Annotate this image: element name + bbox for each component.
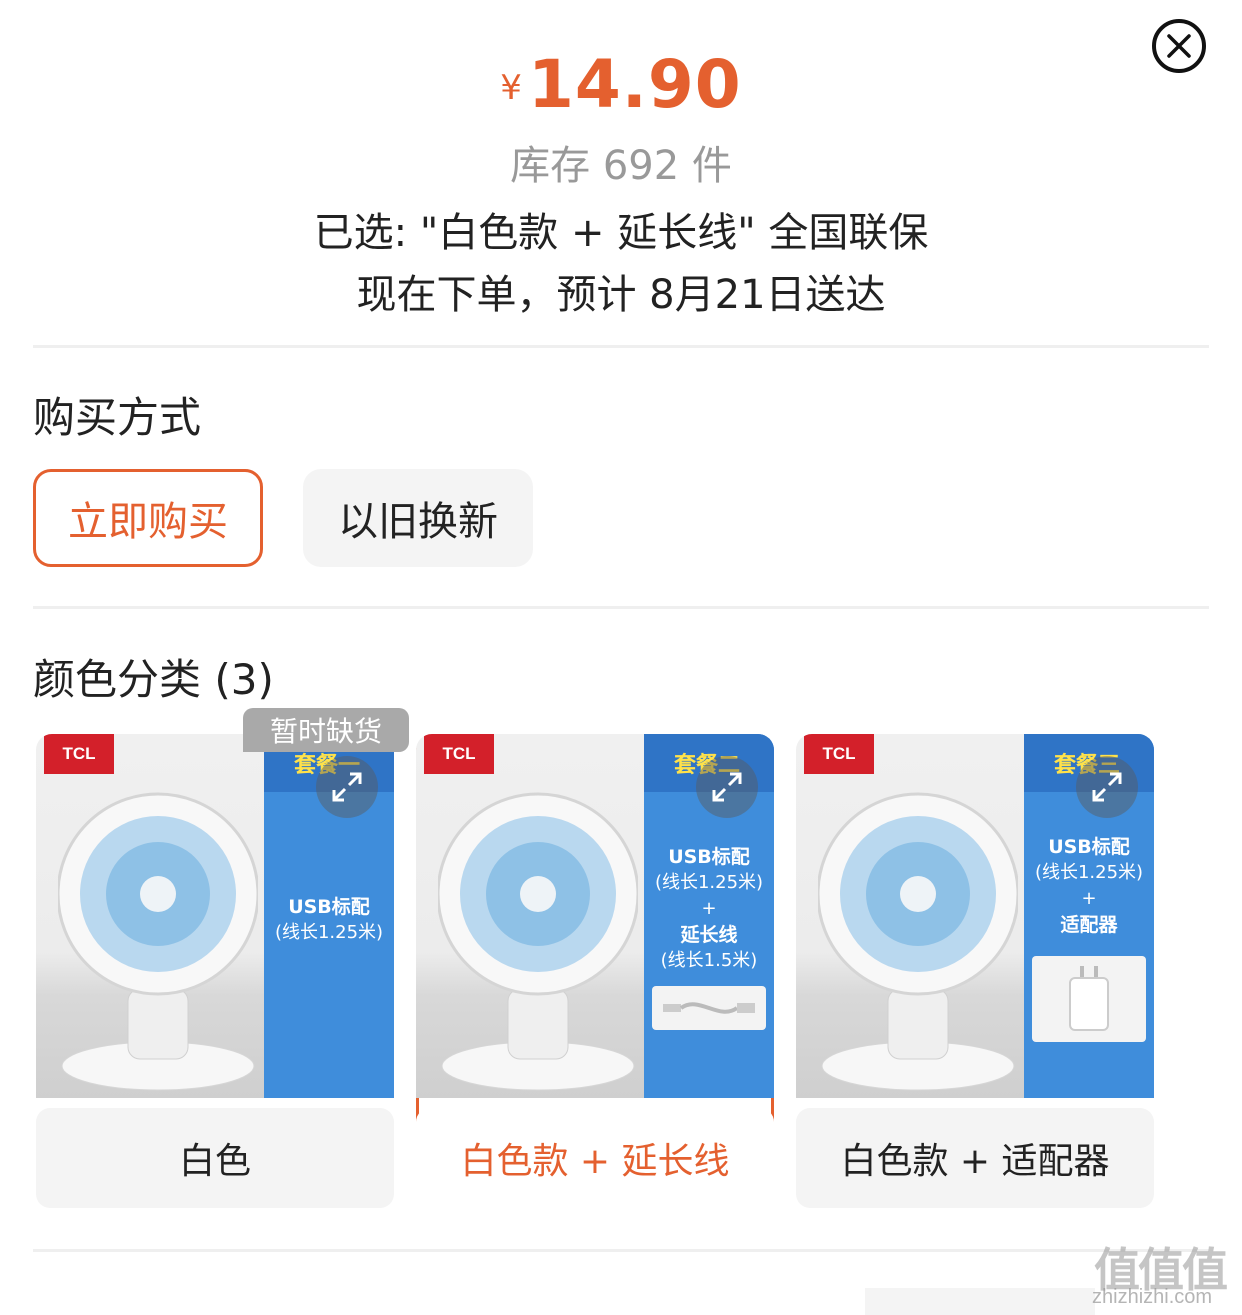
panel-line: 适配器 <box>1060 914 1118 936</box>
currency-symbol: ¥ <box>500 68 522 108</box>
price-amount: 14.90 <box>527 46 742 123</box>
divider <box>33 345 1209 348</box>
variant-white-extension-cable[interactable]: TCL 套餐二 USB标配 (线长1.25米) + 延长线 (线长1.5米) 白… <box>416 734 774 1208</box>
divider <box>33 1249 1209 1252</box>
fan-image <box>818 792 1018 1091</box>
quantity-stepper[interactable] <box>865 1288 1095 1315</box>
panel-line: (线长1.25米) <box>274 922 384 943</box>
out-of-stock-badge: 暂时缺货 <box>243 708 409 752</box>
option-trade-in[interactable]: 以旧换新 <box>303 469 533 567</box>
panel-line: 延长线 <box>680 924 738 946</box>
fan-image <box>438 792 638 1091</box>
panel-text: USB标配 (线长1.25米) + 适配器 <box>1024 834 1154 938</box>
purchase-method-title: 购买方式 <box>33 393 202 442</box>
brand-logo: TCL <box>804 734 874 774</box>
product-image: TCL 套餐一 USB标配 (线长1.25米) <box>36 734 394 1098</box>
variant-white[interactable]: TCL 套餐一 USB标配 (线长1.25米) 白色 <box>36 734 394 1208</box>
expand-button[interactable] <box>1076 756 1138 818</box>
option-buy-now[interactable]: 立即购买 <box>33 469 263 567</box>
selected-summary: 已选: "白色款 + 延长线" 全国联保 <box>313 210 929 256</box>
panel-line: (线长1.25米) <box>1034 862 1144 883</box>
variant-label: 白色款 + 延长线 <box>416 1108 774 1208</box>
fan-image <box>58 792 258 1091</box>
expand-icon <box>332 772 362 802</box>
divider <box>33 606 1209 609</box>
watermark-logo: 值值值 <box>1094 1243 1228 1297</box>
expand-icon <box>712 772 742 802</box>
panel-line: + <box>1081 888 1097 909</box>
cable-icon <box>663 1002 755 1014</box>
panel-line: + <box>701 898 717 919</box>
panel-line: USB标配 <box>288 896 370 918</box>
watermark-url: zhizhizhi.com <box>1092 1286 1213 1308</box>
variant-label: 白色款 + 适配器 <box>796 1108 1154 1208</box>
cable-image <box>652 986 766 1030</box>
variant-white-adapter[interactable]: TCL 套餐三 USB标配 (线长1.25米) + 适配器 白色款 + 适配器 <box>796 734 1154 1208</box>
adapter-image <box>1032 956 1146 1042</box>
price: ¥14.90 <box>0 46 1242 123</box>
stock-count: 库存 692 件 <box>510 143 732 189</box>
adapter-icon <box>1069 966 1109 1031</box>
expand-button[interactable] <box>316 756 378 818</box>
expand-icon <box>1092 772 1122 802</box>
panel-text: USB标配 (线长1.25米) <box>264 894 394 946</box>
brand-logo: TCL <box>424 734 494 774</box>
color-category-title: 颜色分类 (3) <box>33 655 274 704</box>
delivery-estimate: 现在下单，预计 8月21日送达 <box>356 272 886 318</box>
panel-line: USB标配 <box>1048 836 1130 858</box>
brand-logo: TCL <box>44 734 114 774</box>
panel-line: (线长1.25米) <box>654 872 764 893</box>
expand-button[interactable] <box>696 756 758 818</box>
sku-selector-sheet: ¥14.90 库存 692 件 已选: "白色款 + 延长线" 全国联保 现在下… <box>0 0 1242 1315</box>
panel-line: (线长1.5米) <box>660 950 758 971</box>
variant-label: 白色 <box>36 1108 394 1208</box>
panel-line: USB标配 <box>668 846 750 868</box>
product-image: TCL 套餐三 USB标配 (线长1.25米) + 适配器 <box>796 734 1154 1098</box>
product-image: TCL 套餐二 USB标配 (线长1.25米) + 延长线 (线长1.5米) <box>416 734 774 1098</box>
panel-text: USB标配 (线长1.25米) + 延长线 (线长1.5米) <box>644 844 774 974</box>
